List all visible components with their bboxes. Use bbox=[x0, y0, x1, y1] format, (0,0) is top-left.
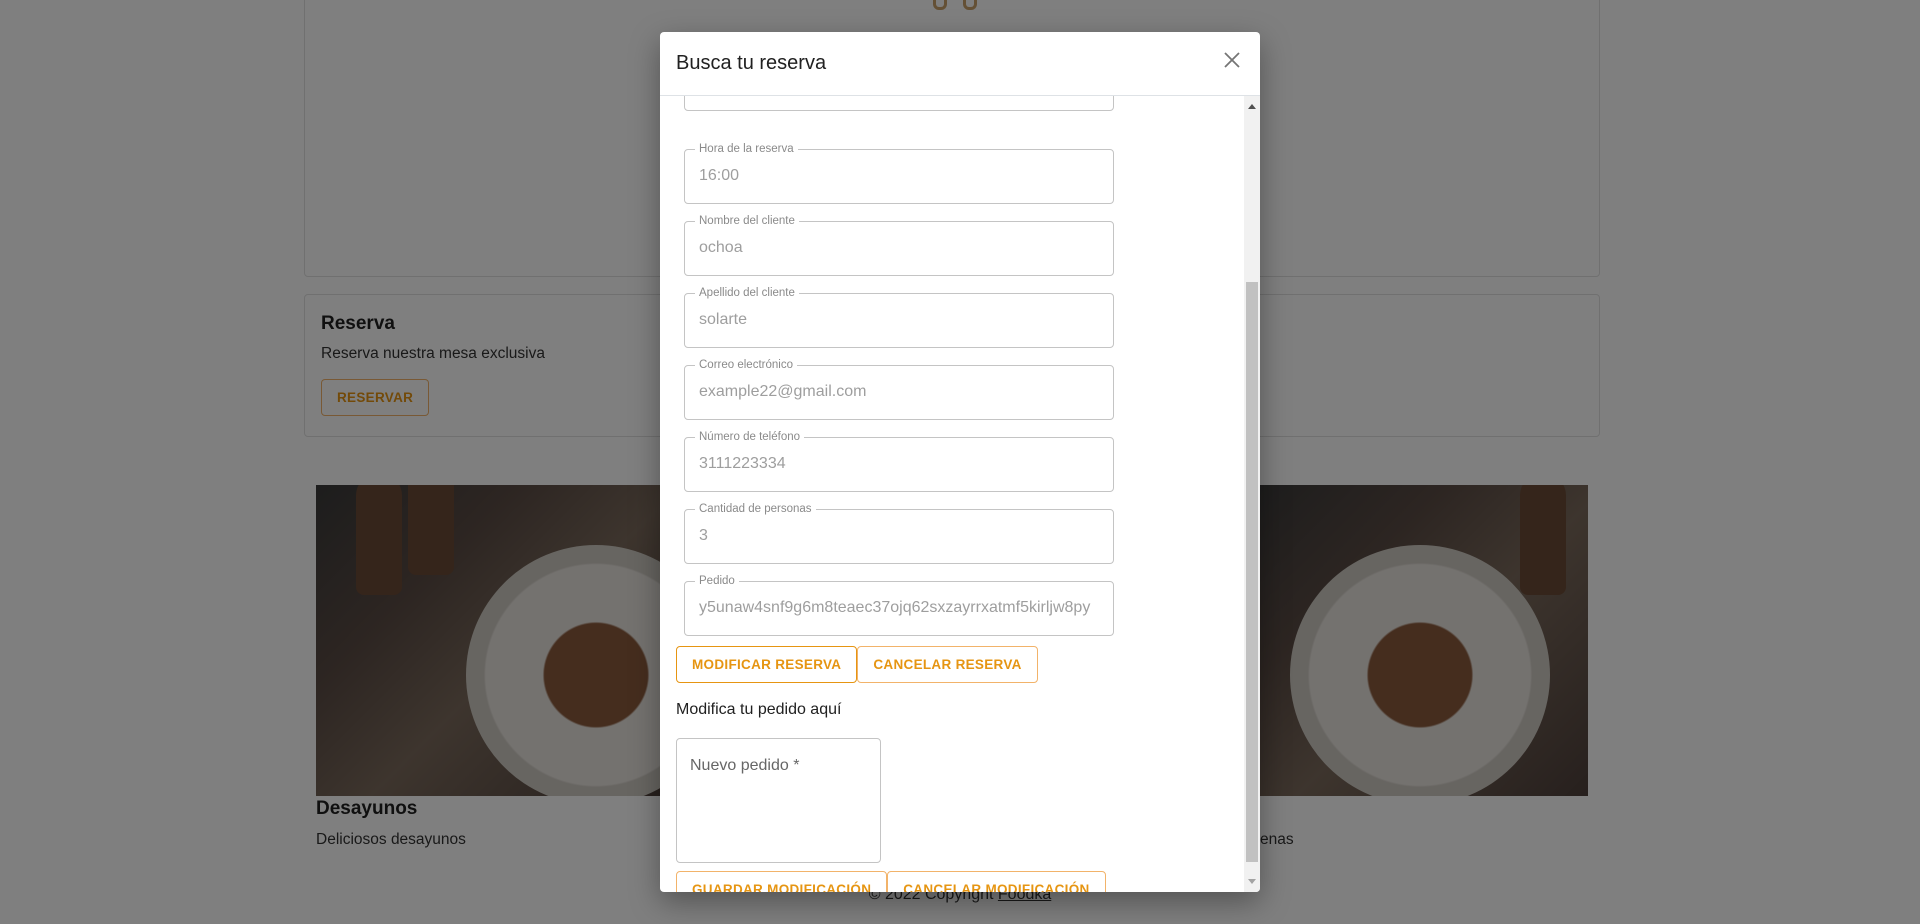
pedido-field[interactable]: Pedido y5unaw4snf9g6m8teaec37ojq62sxzayr… bbox=[684, 574, 1114, 636]
scroll-up-arrow-icon[interactable] bbox=[1248, 104, 1256, 109]
fecha-field[interactable] bbox=[684, 96, 1114, 111]
correo-field[interactable]: Correo electrónico example22@gmail.com bbox=[684, 358, 1114, 420]
nombre-field[interactable]: Nombre del cliente ochoa bbox=[684, 214, 1114, 276]
scroll-down-arrow-icon[interactable] bbox=[1248, 879, 1256, 884]
modify-reservation-button[interactable]: MODIFICAR RESERVA bbox=[676, 646, 858, 683]
close-icon[interactable] bbox=[1220, 48, 1244, 72]
modal-title: Busca tu reserva bbox=[676, 52, 827, 74]
hora-field[interactable]: Hora de la reserva 16:00 bbox=[684, 142, 1114, 204]
nombre-value: ochoa bbox=[699, 239, 743, 256]
apellido-field[interactable]: Apellido del cliente solarte bbox=[684, 286, 1114, 348]
cancel-reservation-button[interactable]: CANCELAR RESERVA bbox=[857, 646, 1038, 683]
pedido-label: Pedido bbox=[695, 574, 739, 588]
modify-order-text: Modifica tu pedido aquí bbox=[676, 701, 842, 718]
reservation-actions: MODIFICAR RESERVA CANCELAR RESERVA bbox=[676, 646, 1038, 683]
personas-label: Cantidad de personas bbox=[695, 502, 816, 516]
telefono-label: Número de teléfono bbox=[695, 430, 805, 444]
personas-value: 3 bbox=[699, 527, 708, 544]
search-reservation-modal: Busca tu reserva Hora de la reserva 16:0… bbox=[660, 32, 1260, 892]
correo-value: example22@gmail.com bbox=[699, 383, 867, 400]
save-modification-button[interactable]: GUARDAR MODIFICACIÓN bbox=[676, 871, 888, 892]
hora-value: 16:00 bbox=[699, 167, 740, 184]
apellido-value: solarte bbox=[699, 311, 748, 328]
personas-field[interactable]: Cantidad de personas 3 bbox=[684, 502, 1114, 564]
nombre-label: Nombre del cliente bbox=[695, 214, 799, 228]
cancel-modification-button[interactable]: CANCELAR MODIFICACIÓN bbox=[887, 871, 1106, 892]
modification-actions: GUARDAR MODIFICACIÓN CANCELAR MODIFICACI… bbox=[676, 871, 1106, 892]
scroll-thumb[interactable] bbox=[1246, 282, 1258, 862]
new-order-textarea[interactable]: Nuevo pedido * bbox=[676, 738, 881, 863]
new-order-placeholder: Nuevo pedido * bbox=[690, 757, 800, 774]
modal-header: Busca tu reserva bbox=[660, 32, 1260, 96]
hora-label: Hora de la reserva bbox=[695, 142, 798, 156]
pedido-value: y5unaw4snf9g6m8teaec37ojq62sxzayrrxatmf5… bbox=[699, 599, 1091, 616]
modal-scrollbar[interactable] bbox=[1244, 96, 1260, 892]
apellido-label: Apellido del cliente bbox=[695, 286, 799, 300]
correo-label: Correo electrónico bbox=[695, 358, 797, 372]
telefono-value: 3111223334 bbox=[699, 455, 786, 472]
modal-body: Hora de la reserva 16:00 Nombre del clie… bbox=[660, 96, 1244, 892]
telefono-field[interactable]: Número de teléfono 3111223334 bbox=[684, 430, 1114, 492]
